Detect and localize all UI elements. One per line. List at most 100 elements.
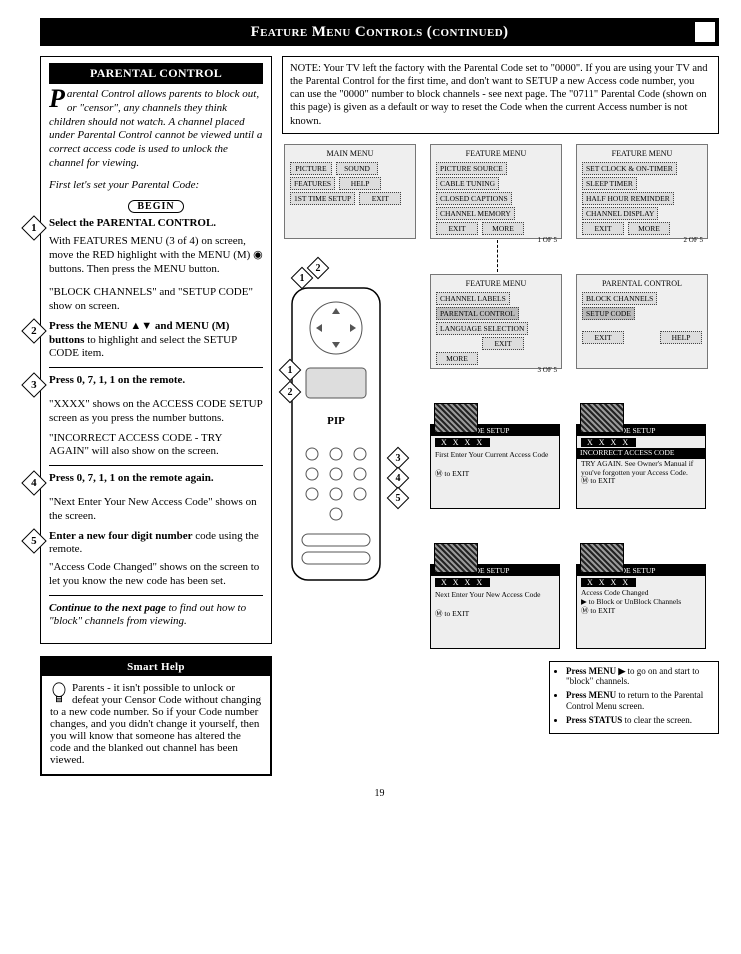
feat2-title: FEATURE MENU — [581, 149, 703, 158]
f1-b4: CHANNEL MEMORY — [436, 207, 515, 220]
p-changed: "Access Code Changed" shows on the scree… — [49, 561, 263, 589]
step-2: 2 Press the MENU ▲▼ and MENU (M) buttons… — [49, 320, 263, 361]
tv-image-icon — [580, 403, 624, 433]
tv-icon — [693, 20, 717, 44]
f3-pager: 3 OF 5 — [435, 366, 557, 374]
tips-box: Press MENU ▶ to go on and start to "bloc… — [549, 661, 719, 734]
access-3: ACCESS CODE SETUP X X X X Next Enter You… — [430, 564, 560, 649]
f3-b3: LANGUAGE SELECTION — [436, 322, 528, 335]
feat3-title: FEATURE MENU — [435, 279, 557, 288]
intro-body: arental Control allows parents to block … — [49, 88, 262, 169]
screen-feat3: FEATURE MENU CHANNEL LABELS PARENTAL CON… — [430, 274, 562, 369]
step-5: 5 Enter a new four digit number code usi… — [49, 530, 263, 558]
a2-hdr2: INCORRECT ACCESS CODE — [577, 448, 705, 459]
f2-b5: EXIT — [582, 222, 624, 235]
screen-main-menu: MAIN MENU PICTURE SOUND FEATURES HELP 1S… — [284, 144, 416, 239]
step1-body: With FEATURES MENU (3 of 4) on screen, m… — [49, 235, 263, 276]
svg-text:PIP: PIP — [327, 415, 345, 427]
f3-b1: CHANNEL LABELS — [436, 292, 510, 305]
tip2: Press MENU to return to the Parental Con… — [566, 690, 712, 712]
a3-xxxx: X X X X — [435, 578, 490, 587]
btn-help: HELP — [339, 177, 381, 190]
f2-b1: SET CLOCK & ON-TIMER — [582, 162, 677, 175]
diamond-3: 3 — [21, 372, 46, 397]
step-3: 3 Press 0, 7, 1, 1 on the remote. — [49, 374, 263, 394]
diamond-5: 5 — [21, 528, 46, 553]
tv-image-icon — [434, 403, 478, 433]
parental-control-section: PARENTAL CONTROL P arental Control allow… — [40, 56, 272, 644]
diamond-2: 2 — [21, 318, 46, 343]
remote-illustration: PIP — [288, 284, 384, 584]
marker-3-icon: 3 — [387, 446, 410, 469]
step-4: 4 Press 0, 7, 1, 1 on the remote again. — [49, 472, 263, 492]
step3-lead: Press 0, 7, 1, 1 on the remote. — [49, 374, 185, 386]
smart-help-header: Smart Help — [42, 658, 270, 676]
intro-text: P arental Control allows parents to bloc… — [49, 88, 263, 171]
a1-xxxx: X X X X — [435, 438, 490, 447]
f1-b6: MORE — [482, 222, 524, 235]
f1-b2: CABLE TUNING — [436, 177, 499, 190]
screen-feat1: FEATURE MENU PICTURE SOURCE CABLE TUNING… — [430, 144, 562, 239]
pc-b1: BLOCK CHANNELS — [582, 292, 657, 305]
marker-4-icon: 4 — [387, 466, 410, 489]
dropcap: P — [49, 88, 67, 110]
continue-bold: Continue to the next page — [49, 602, 166, 614]
f3-b6: MORE — [436, 352, 478, 365]
a2-exit: to EXIT — [590, 476, 615, 485]
page-title-bar: Feature Menu Controls (continued) — [40, 18, 719, 46]
smart-help-body: Parents - it isn't possible to unlock or… — [50, 682, 261, 766]
pc-b2: SETUP CODE — [582, 307, 635, 320]
pc-b6: HELP — [660, 331, 702, 344]
btn-exit: EXIT — [359, 192, 401, 205]
continue-note: Continue to the next page to find out ho… — [49, 602, 263, 630]
a2-body: TRY AGAIN. See Owner's Manual if you've … — [581, 460, 701, 477]
screen-pc: PARENTAL CONTROL BLOCK CHANNELS SETUP CO… — [576, 274, 708, 369]
pc-b5: EXIT — [582, 331, 624, 344]
f2-pager: 2 OF 5 — [581, 236, 703, 244]
page-number: 19 — [40, 788, 719, 799]
page-title: Feature Menu Controls (continued) — [251, 24, 509, 41]
lightbulb-icon — [50, 682, 68, 706]
tv-image-icon — [580, 543, 624, 573]
pc-title: PARENTAL CONTROL — [581, 279, 703, 288]
screen-feat2: FEATURE MENU SET CLOCK & ON-TIMER SLEEP … — [576, 144, 708, 239]
tv-image-icon — [434, 543, 478, 573]
tip1: Press MENU ▶ to go on and start to "bloc… — [566, 666, 712, 688]
a3-body: Next Enter Your New Access Code — [435, 591, 555, 600]
btn-firsttime: 1ST TIME SETUP — [290, 192, 355, 205]
step5-lead: Enter a new four digit number — [49, 530, 193, 542]
step4-lead: Press 0, 7, 1, 1 on the remote again. — [49, 472, 214, 484]
first-line: First let's set your Parental Code: — [49, 179, 263, 193]
a1-exit: to EXIT — [444, 469, 469, 478]
f3-b2: PARENTAL CONTROL — [436, 307, 519, 320]
f2-b6: MORE — [628, 222, 670, 235]
a4-exit: to EXIT — [590, 606, 615, 615]
f1-b3: CLOSED CAPTIONS — [436, 192, 512, 205]
p-incorrect: "INCORRECT ACCESS CODE - TRY AGAIN" will… — [49, 432, 263, 460]
btn-sound: SOUND — [336, 162, 378, 175]
a3-exit: to EXIT — [444, 609, 469, 618]
p-xxxx: "XXXX" shows on the ACCESS CODE SETUP sc… — [49, 398, 263, 426]
f1-b1: PICTURE SOURCE — [436, 162, 507, 175]
btn-picture: PICTURE — [290, 162, 332, 175]
p-block: "BLOCK CHANNELS" and "SETUP CODE" show o… — [49, 286, 263, 314]
p-next: "Next Enter Your New Access Code" shows … — [49, 496, 263, 524]
smart-help-box: Smart Help Parents - it isn't possible t… — [40, 656, 272, 776]
diamond-1: 1 — [21, 216, 46, 241]
begin-pill: BEGIN — [128, 200, 183, 213]
step1-lead: Select the PARENTAL CONTROL. — [49, 217, 216, 229]
tip3: Press STATUS to clear the screen. — [566, 715, 712, 726]
main-menu-title: MAIN MENU — [289, 149, 411, 158]
step-1: 1 Select the PARENTAL CONTROL. With FEAT… — [49, 217, 263, 282]
arrow-icon — [497, 240, 498, 272]
btn-features: FEATURES — [290, 177, 335, 190]
parental-header: PARENTAL CONTROL — [49, 63, 263, 84]
a2-xxxx: X X X X — [581, 438, 636, 447]
a4-xxxx: X X X X — [581, 578, 636, 587]
access-4: ACCESS CODE SETUP X X X X Access Code Ch… — [576, 564, 706, 649]
f1-pager: 1 OF 5 — [435, 236, 557, 244]
feat1-title: FEATURE MENU — [435, 149, 557, 158]
a1-body: First Enter Your Current Access Code — [435, 451, 555, 460]
f1-b5: EXIT — [436, 222, 478, 235]
access-1: ACCESS CODE SETUP X X X X First Enter Yo… — [430, 424, 560, 509]
